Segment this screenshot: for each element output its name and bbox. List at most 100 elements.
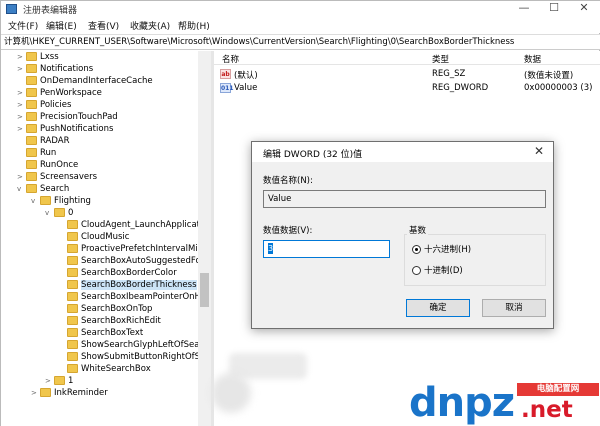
- list-item[interactable]: 011 Value REG_DWORD 0x00000003 (3): [214, 82, 600, 95]
- folder-icon: [67, 292, 78, 301]
- column-data-header[interactable]: 数据: [524, 53, 541, 65]
- decimal-radio[interactable]: 十进制(D): [412, 264, 463, 276]
- value-data-label: 数值数据(V):: [263, 226, 313, 236]
- column-name-header[interactable]: 名称: [222, 53, 239, 65]
- tree-node[interactable]: > PushNotifications: [17, 123, 113, 135]
- tree-node[interactable]: SearchBoxIbeamPointerOnHo: [67, 291, 206, 303]
- close-button[interactable]: ✕: [569, 1, 599, 17]
- tree-node[interactable]: SearchBoxText: [67, 327, 143, 339]
- dialog-body: 数值名称(N): Value 数值数据(V): 3 基数 十六进制(H) 十进制…: [252, 162, 553, 328]
- tree-node[interactable]: > Policies: [17, 99, 71, 111]
- collapse-arrow-icon[interactable]: v: [17, 183, 26, 195]
- folder-icon: [67, 256, 78, 265]
- folder-icon: [26, 136, 37, 145]
- expand-arrow-icon[interactable]: >: [17, 87, 26, 99]
- list-header: 名称 类型 数据: [214, 51, 600, 65]
- radio-unselected-icon[interactable]: [412, 266, 421, 275]
- tree-node[interactable]: > PrecisionTouchPad: [17, 111, 118, 123]
- tree-node[interactable]: SearchBoxOnTop: [67, 303, 152, 315]
- folder-icon: [67, 220, 78, 229]
- tree-node[interactable]: RunOnce: [17, 159, 78, 171]
- folder-icon: [26, 88, 37, 97]
- folder-icon: [26, 124, 37, 133]
- expand-arrow-icon[interactable]: >: [17, 51, 26, 63]
- menu-view[interactable]: 查看(V): [88, 19, 119, 32]
- base-label: 基数: [407, 224, 429, 236]
- folder-icon: [67, 364, 78, 373]
- folder-icon: [67, 316, 78, 325]
- tree-scrollbar-thumb[interactable]: [200, 273, 209, 307]
- folder-open-icon: [54, 208, 65, 217]
- tree-node[interactable]: > Notifications: [17, 63, 93, 75]
- menu-file[interactable]: 文件(F): [8, 19, 38, 32]
- ok-button[interactable]: 确定: [406, 299, 470, 317]
- radio-selected-icon[interactable]: [412, 245, 421, 254]
- tree-node-0[interactable]: v0: [45, 207, 73, 219]
- tree-node-flighting[interactable]: v Flighting: [31, 195, 91, 207]
- hex-radio[interactable]: 十六进制(H): [412, 243, 471, 255]
- title-bar[interactable]: 注册表编辑器 — ☐ ✕: [1, 1, 600, 17]
- folder-icon: [40, 388, 51, 397]
- registry-app-icon: [6, 4, 17, 14]
- dialog-title: 编辑 DWORD (32 位)值: [263, 150, 363, 160]
- minimize-button[interactable]: —: [509, 1, 539, 17]
- watermark-tag: 电脑配置网: [517, 383, 599, 396]
- dword-value-icon: 011: [220, 83, 234, 93]
- site-watermark: dnpz 电脑配置网 .net: [405, 379, 600, 426]
- tree-node[interactable]: OnDemandInterfaceCache: [17, 75, 153, 87]
- tree-node[interactable]: ShowSearchGlyphLeftOfSear: [67, 339, 203, 351]
- menu-help[interactable]: 帮助(H): [178, 19, 210, 32]
- expand-arrow-icon[interactable]: >: [17, 111, 26, 123]
- tree-node[interactable]: RADAR: [17, 135, 70, 147]
- list-item[interactable]: ab (默认) REG_SZ (数值未设置): [214, 68, 600, 81]
- tree-node[interactable]: > PenWorkspace: [17, 87, 102, 99]
- value-data-input[interactable]: 3: [263, 240, 390, 258]
- tree-node[interactable]: > Lxss: [17, 51, 59, 63]
- value-name-field[interactable]: Value: [263, 190, 546, 208]
- expand-arrow-icon[interactable]: >: [17, 123, 26, 135]
- tree-node[interactable]: WhiteSearchBox: [67, 363, 151, 375]
- tree-node-inkreminder[interactable]: > InkReminder: [31, 387, 108, 399]
- expand-arrow-icon[interactable]: >: [17, 99, 26, 111]
- registry-editor-window: 注册表编辑器 — ☐ ✕ 文件(F) 编辑(E) 查看(V) 收藏夹(A) 帮助…: [0, 0, 600, 426]
- folder-icon: [26, 148, 37, 157]
- tree-node[interactable]: ShowSubmitButtonRightOfSe: [67, 351, 205, 363]
- menu-bar: 文件(F) 编辑(E) 查看(V) 收藏夹(A) 帮助(H): [1, 17, 600, 33]
- tree-node[interactable]: SearchBoxBorderColor: [67, 267, 177, 279]
- collapse-arrow-icon[interactable]: v: [31, 195, 40, 207]
- folder-icon: [67, 304, 78, 313]
- tree-node[interactable]: CloudAgent_LaunchApplicati: [67, 219, 202, 231]
- tree-node[interactable]: SearchBoxRichEdit: [67, 315, 161, 327]
- address-bar[interactable]: 计算机\HKEY_CURRENT_USER\Software\Microsoft…: [1, 34, 600, 50]
- folder-icon: [67, 328, 78, 337]
- folder-icon: [54, 376, 65, 385]
- maximize-button[interactable]: ☐: [539, 1, 569, 17]
- tree-node[interactable]: SearchBoxAutoSuggestedFo: [67, 255, 201, 267]
- dialog-title-bar[interactable]: 编辑 DWORD (32 位)值 ✕: [252, 142, 553, 162]
- collapse-arrow-icon[interactable]: v: [45, 207, 54, 219]
- menu-favorites[interactable]: 收藏夹(A): [130, 19, 170, 32]
- window-title: 注册表编辑器: [23, 6, 78, 16]
- tree-node[interactable]: > Screensavers: [17, 171, 97, 183]
- folder-icon: [26, 172, 37, 181]
- watermark-domain: .net: [521, 397, 573, 423]
- tree-node-selected[interactable]: SearchBoxBorderThickness: [67, 279, 197, 291]
- folder-icon: [26, 160, 37, 169]
- column-type-header[interactable]: 类型: [432, 53, 449, 65]
- expand-arrow-icon[interactable]: >: [45, 375, 54, 387]
- expand-arrow-icon[interactable]: >: [17, 171, 26, 183]
- tree-node-search[interactable]: v Search: [17, 183, 69, 195]
- expand-arrow-icon[interactable]: >: [17, 63, 26, 75]
- folder-icon: [67, 340, 78, 349]
- expand-arrow-icon[interactable]: >: [31, 387, 40, 399]
- tree-node-1[interactable]: >1: [45, 375, 73, 387]
- menu-edit[interactable]: 编辑(E): [46, 19, 77, 32]
- cancel-button[interactable]: 取消: [482, 299, 546, 317]
- folder-icon: [26, 100, 37, 109]
- folder-icon: [26, 112, 37, 121]
- tree-node[interactable]: CloudMusic: [67, 231, 129, 243]
- tree-scrollbar[interactable]: [198, 51, 211, 426]
- tree-node[interactable]: ProactivePrefetchIntervalMin: [67, 243, 203, 255]
- tree-node[interactable]: Run: [17, 147, 56, 159]
- dialog-close-icon[interactable]: ✕: [534, 144, 544, 158]
